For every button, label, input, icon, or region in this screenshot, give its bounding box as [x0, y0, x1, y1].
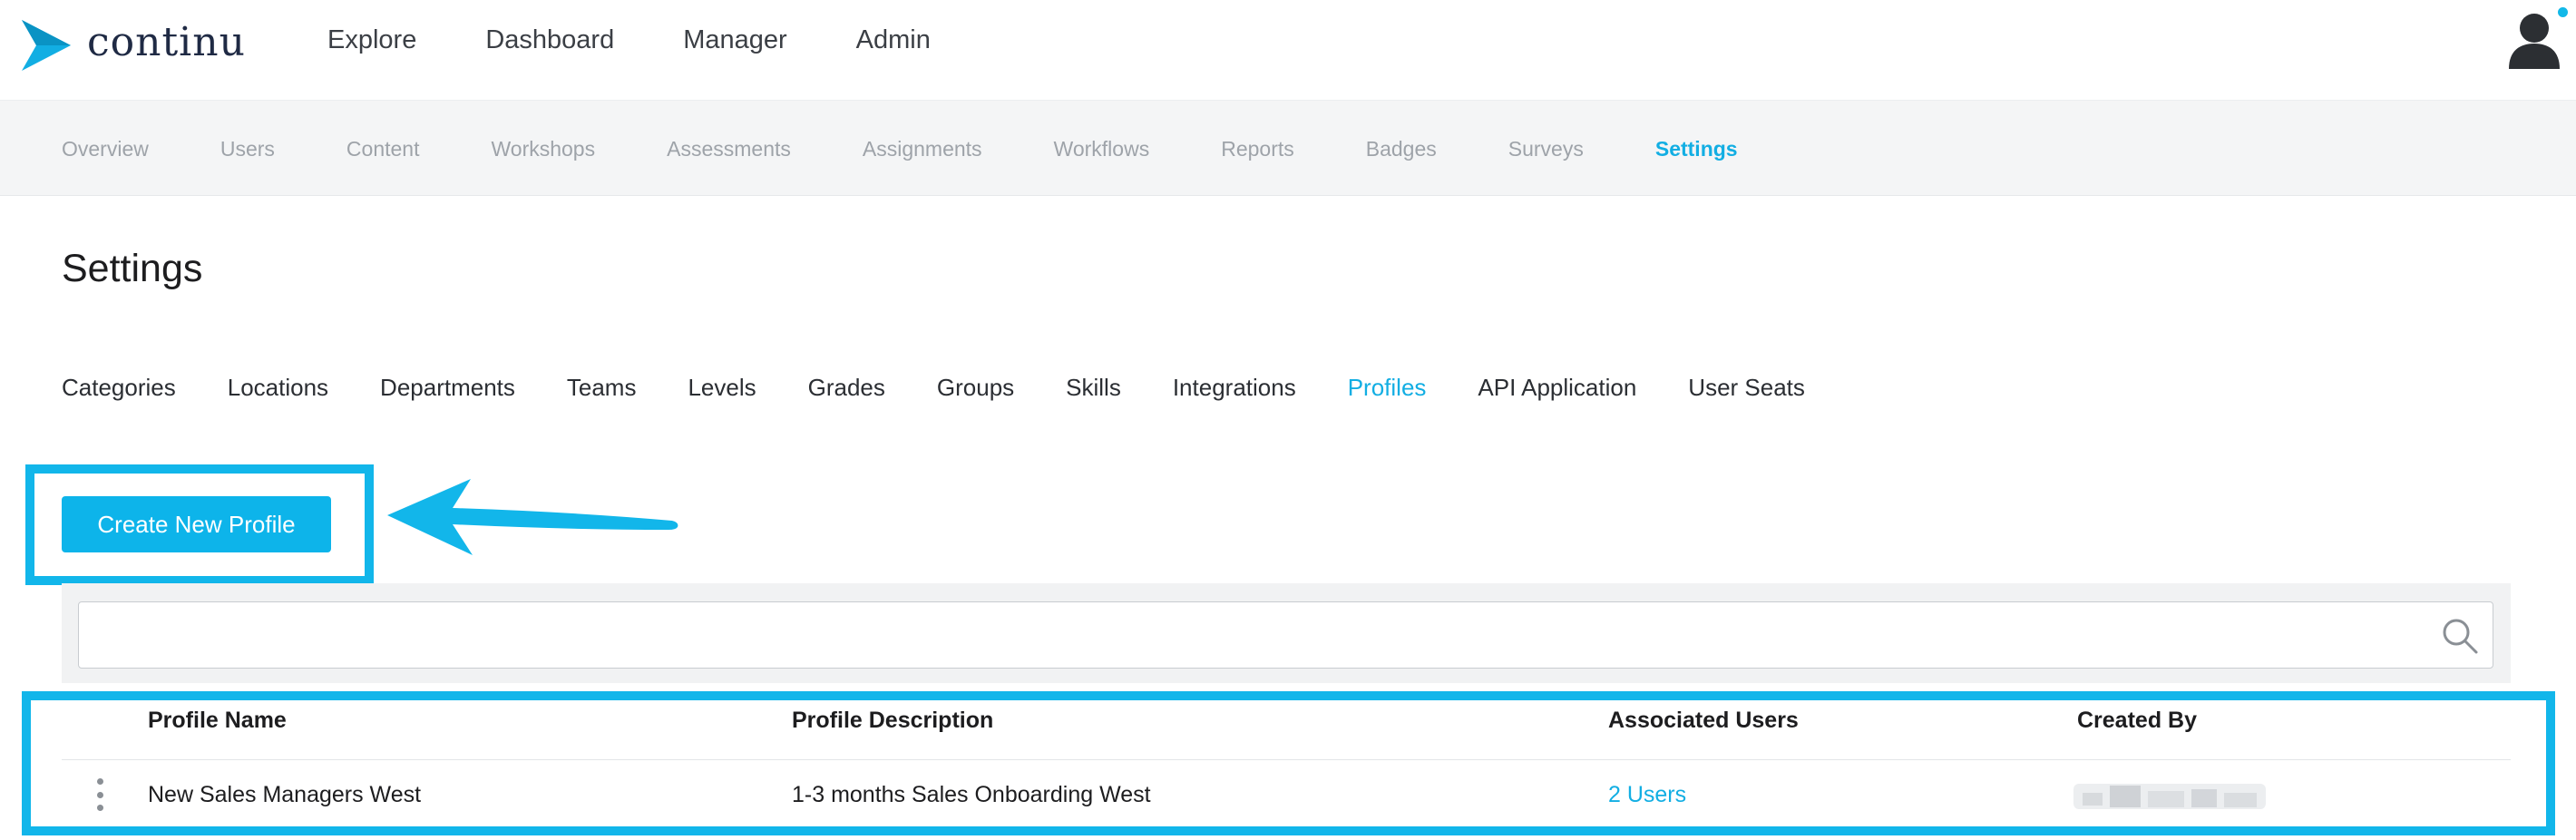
tab-grades[interactable]: Grades [808, 374, 885, 402]
subnav-assignments[interactable]: Assignments [863, 137, 982, 161]
tab-profiles[interactable]: Profiles [1348, 374, 1427, 402]
column-header-associated-users[interactable]: Associated Users [1608, 708, 1799, 734]
main-nav: Explore Dashboard Manager Admin [327, 25, 1000, 55]
profile-name-cell: New Sales Managers West [148, 782, 422, 807]
main-nav-dashboard[interactable]: Dashboard [485, 25, 614, 55]
subnav-content[interactable]: Content [346, 137, 420, 161]
admin-sub-nav: Overview Users Content Workshops Assessm… [0, 100, 2576, 196]
table-header-divider [62, 759, 2511, 760]
profile-description-cell: 1-3 months Sales Onboarding West [792, 782, 1151, 807]
subnav-surveys[interactable]: Surveys [1508, 137, 1584, 161]
page-title: Settings [62, 247, 203, 290]
subnav-reports[interactable]: Reports [1221, 137, 1294, 161]
user-avatar-icon[interactable] [2505, 9, 2563, 71]
associated-users-link[interactable]: 2 Users [1608, 782, 1686, 808]
search-input[interactable] [78, 601, 2493, 669]
create-new-profile-button[interactable]: Create New Profile [62, 496, 331, 552]
subnav-users[interactable]: Users [220, 137, 275, 161]
subnav-settings[interactable]: Settings [1655, 137, 1738, 161]
tab-levels[interactable]: Levels [688, 374, 756, 402]
settings-tabs: Categories Locations Departments Teams L… [62, 374, 1857, 402]
kebab-menu-icon[interactable] [93, 778, 106, 811]
tab-departments[interactable]: Departments [380, 374, 515, 402]
main-nav-admin[interactable]: Admin [856, 25, 931, 55]
created-by-blurred-name [2073, 784, 2266, 809]
brand-name: continu [87, 18, 246, 65]
tab-groups[interactable]: Groups [937, 374, 1014, 402]
tab-locations[interactable]: Locations [228, 374, 328, 402]
tab-user-seats[interactable]: User Seats [1688, 374, 1805, 402]
subnav-assessments[interactable]: Assessments [667, 137, 791, 161]
search-icon[interactable] [2440, 616, 2480, 656]
subnav-workflows[interactable]: Workflows [1054, 137, 1150, 161]
annotation-arrow [387, 479, 678, 555]
search-panel [62, 583, 2511, 683]
column-header-created-by[interactable]: Created By [2077, 708, 2197, 734]
column-header-profile-description[interactable]: Profile Description [792, 708, 993, 734]
subnav-badges[interactable]: Badges [1366, 137, 1437, 161]
tab-integrations[interactable]: Integrations [1173, 374, 1296, 402]
main-nav-manager[interactable]: Manager [683, 25, 786, 55]
subnav-workshops[interactable]: Workshops [491, 137, 595, 161]
tab-teams[interactable]: Teams [567, 374, 637, 402]
brand-logo[interactable]: continu [20, 18, 246, 73]
tab-categories[interactable]: Categories [62, 374, 176, 402]
column-header-profile-name[interactable]: Profile Name [148, 708, 287, 734]
main-nav-explore[interactable]: Explore [327, 25, 416, 55]
tab-api-application[interactable]: API Application [1478, 374, 1636, 402]
top-navigation-bar: continu Explore Dashboard Manager Admin [0, 0, 2576, 100]
subnav-overview[interactable]: Overview [62, 137, 149, 161]
tab-skills[interactable]: Skills [1066, 374, 1121, 402]
notification-dot [2556, 5, 2570, 19]
continu-logo-icon [22, 20, 71, 71]
